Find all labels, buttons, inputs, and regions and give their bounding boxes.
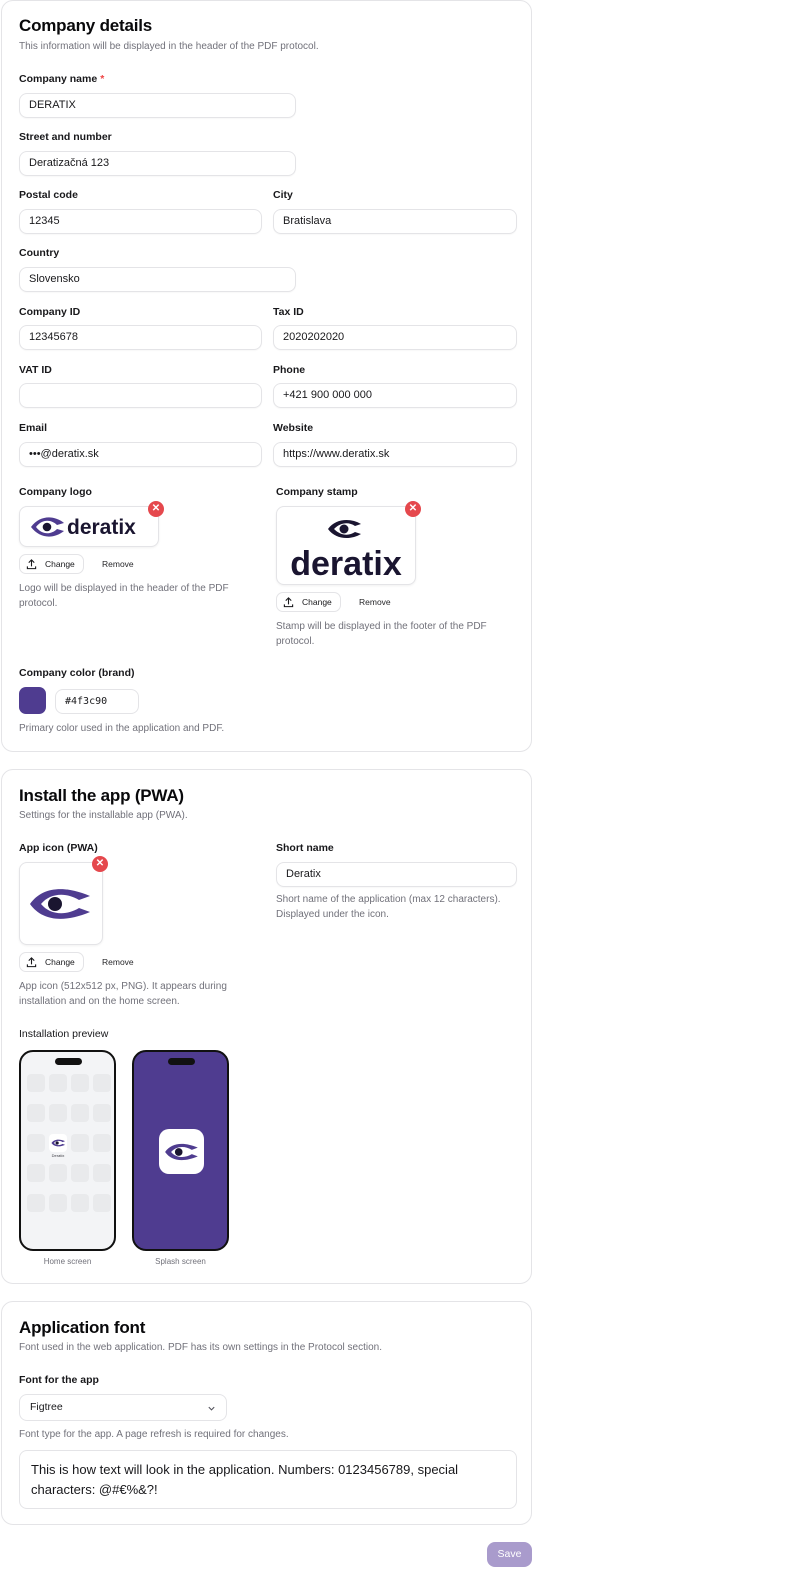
company-details-title: Company details bbox=[19, 16, 153, 35]
postal-code-input[interactable]: 12345 bbox=[19, 209, 262, 234]
font-preview-box: This is how text will look in the applic… bbox=[19, 1450, 517, 1509]
short-name-help-text: Short name of the application (max 12 ch… bbox=[276, 894, 501, 920]
street-label: Street and number bbox=[19, 131, 112, 143]
brand-color-label: Company color (brand) bbox=[19, 667, 135, 679]
email-input[interactable]: •••@deratix.sk bbox=[19, 442, 262, 467]
phone-label: Phone bbox=[273, 364, 306, 376]
pwa-card: Install the app (PWA) Settings for the i… bbox=[1, 769, 532, 1284]
installation-preview-label: Installation preview bbox=[19, 1028, 109, 1040]
company-stamp-label: Company stamp bbox=[276, 486, 358, 498]
stamp-help-text: Stamp will be displayed in the footer of… bbox=[276, 621, 487, 647]
upload-icon bbox=[26, 956, 37, 967]
email-label: Email bbox=[19, 422, 48, 434]
splash-screen-phone bbox=[132, 1050, 229, 1251]
website-label: Website bbox=[273, 422, 314, 434]
company-logo-preview: deratix bbox=[19, 506, 159, 547]
application-font-card: Application font Font used in the web ap… bbox=[1, 1301, 532, 1525]
stamp-wordmark: deratix bbox=[290, 545, 402, 582]
app-icon-preview bbox=[19, 862, 103, 945]
font-select[interactable]: Figtree bbox=[19, 1394, 227, 1421]
app-icon-label: App icon (PWA) bbox=[19, 842, 98, 854]
company-id-label: Company ID bbox=[19, 306, 81, 318]
app-icon-remove-x-icon[interactable]: ✕ bbox=[92, 856, 108, 872]
required-mark: * bbox=[100, 73, 105, 85]
company-name-label: Company name * bbox=[19, 73, 105, 85]
country-label: Country bbox=[19, 247, 60, 259]
pwa-title: Install the app (PWA) bbox=[19, 786, 184, 805]
phone-notch bbox=[168, 1058, 195, 1065]
eye-logo-icon: deratix bbox=[31, 516, 136, 539]
logo-change-button[interactable]: Change bbox=[19, 554, 84, 574]
street-input[interactable]: Deratizačná 123 bbox=[19, 151, 296, 176]
tax-id-input[interactable]: 2020202020 bbox=[273, 325, 517, 350]
splash-app-icon bbox=[159, 1129, 204, 1174]
home-screen-phone: Deratix bbox=[19, 1050, 116, 1251]
font-help-text: Font type for the app. A page refresh is… bbox=[19, 1429, 289, 1440]
short-name-label: Short name bbox=[276, 842, 334, 854]
home-app-icon bbox=[49, 1134, 67, 1152]
logo-help-text: Logo will be displayed in the header of … bbox=[19, 583, 229, 609]
brand-color-hex-input[interactable]: #4f3c90 bbox=[55, 689, 139, 714]
vat-id-input[interactable] bbox=[19, 383, 262, 408]
eye-app-icon bbox=[30, 888, 90, 919]
stamp-change-button[interactable]: Change bbox=[276, 592, 341, 612]
logo-wordmark: deratix bbox=[67, 516, 136, 539]
company-name-input[interactable]: DERATIX bbox=[19, 93, 296, 118]
brand-color-swatch[interactable] bbox=[19, 687, 46, 714]
logo-remove-x-icon[interactable]: ✕ bbox=[148, 501, 164, 517]
country-input[interactable]: Slovensko bbox=[19, 267, 296, 292]
postal-code-label: Postal code bbox=[19, 189, 78, 201]
eye-splash-icon bbox=[164, 1143, 198, 1160]
save-button[interactable]: Save bbox=[487, 1542, 532, 1567]
stamp-remove-button[interactable]: Remove bbox=[359, 597, 391, 607]
font-subtitle: Font used in the web application. PDF ha… bbox=[19, 1342, 382, 1353]
city-input[interactable]: Bratislava bbox=[273, 209, 517, 234]
company-id-input[interactable]: 12345678 bbox=[19, 325, 262, 350]
vat-id-label: VAT ID bbox=[19, 364, 52, 376]
website-input[interactable]: https://www.deratix.sk bbox=[273, 442, 517, 467]
upload-icon bbox=[26, 558, 37, 569]
stamp-logo-icon: deratix bbox=[290, 519, 402, 582]
logo-remove-button[interactable]: Remove bbox=[102, 559, 134, 569]
home-screen-caption: Home screen bbox=[43, 1257, 92, 1266]
home-app-label: Deratix bbox=[51, 1153, 65, 1158]
phone-notch bbox=[55, 1058, 82, 1065]
font-select-value: Figtree bbox=[30, 1401, 63, 1413]
app-icon-help-text: App icon (512x512 px, PNG). It appears d… bbox=[19, 981, 227, 1007]
brand-color-help-text: Primary color used in the application an… bbox=[19, 723, 225, 734]
short-name-input[interactable]: Deratix bbox=[276, 862, 517, 887]
chevron-down-icon bbox=[208, 1406, 215, 1411]
phone-input[interactable]: +421 900 000 000 bbox=[273, 383, 517, 408]
font-title: Application font bbox=[19, 1318, 146, 1337]
app-icon-change-label: Change bbox=[45, 957, 75, 967]
app-icon-remove-button[interactable]: Remove bbox=[102, 957, 134, 967]
pwa-subtitle: Settings for the installable app (PWA). bbox=[19, 810, 188, 821]
company-logo-label: Company logo bbox=[19, 486, 92, 498]
upload-icon bbox=[283, 596, 294, 607]
font-select-label: Font for the app bbox=[19, 1374, 99, 1386]
company-details-card: Company details This information will be… bbox=[1, 0, 532, 752]
app-icon-change-button[interactable]: Change bbox=[19, 952, 84, 972]
company-stamp-preview: deratix bbox=[276, 506, 416, 585]
city-label: City bbox=[273, 189, 293, 201]
company-details-subtitle: This information will be displayed in th… bbox=[19, 41, 319, 52]
eye-mini-icon bbox=[50, 1139, 65, 1147]
stamp-remove-x-icon[interactable]: ✕ bbox=[405, 501, 421, 517]
splash-screen-caption: Splash screen bbox=[155, 1257, 206, 1266]
tax-id-label: Tax ID bbox=[273, 306, 304, 318]
stamp-change-label: Change bbox=[302, 597, 332, 607]
logo-change-label: Change bbox=[45, 559, 75, 569]
